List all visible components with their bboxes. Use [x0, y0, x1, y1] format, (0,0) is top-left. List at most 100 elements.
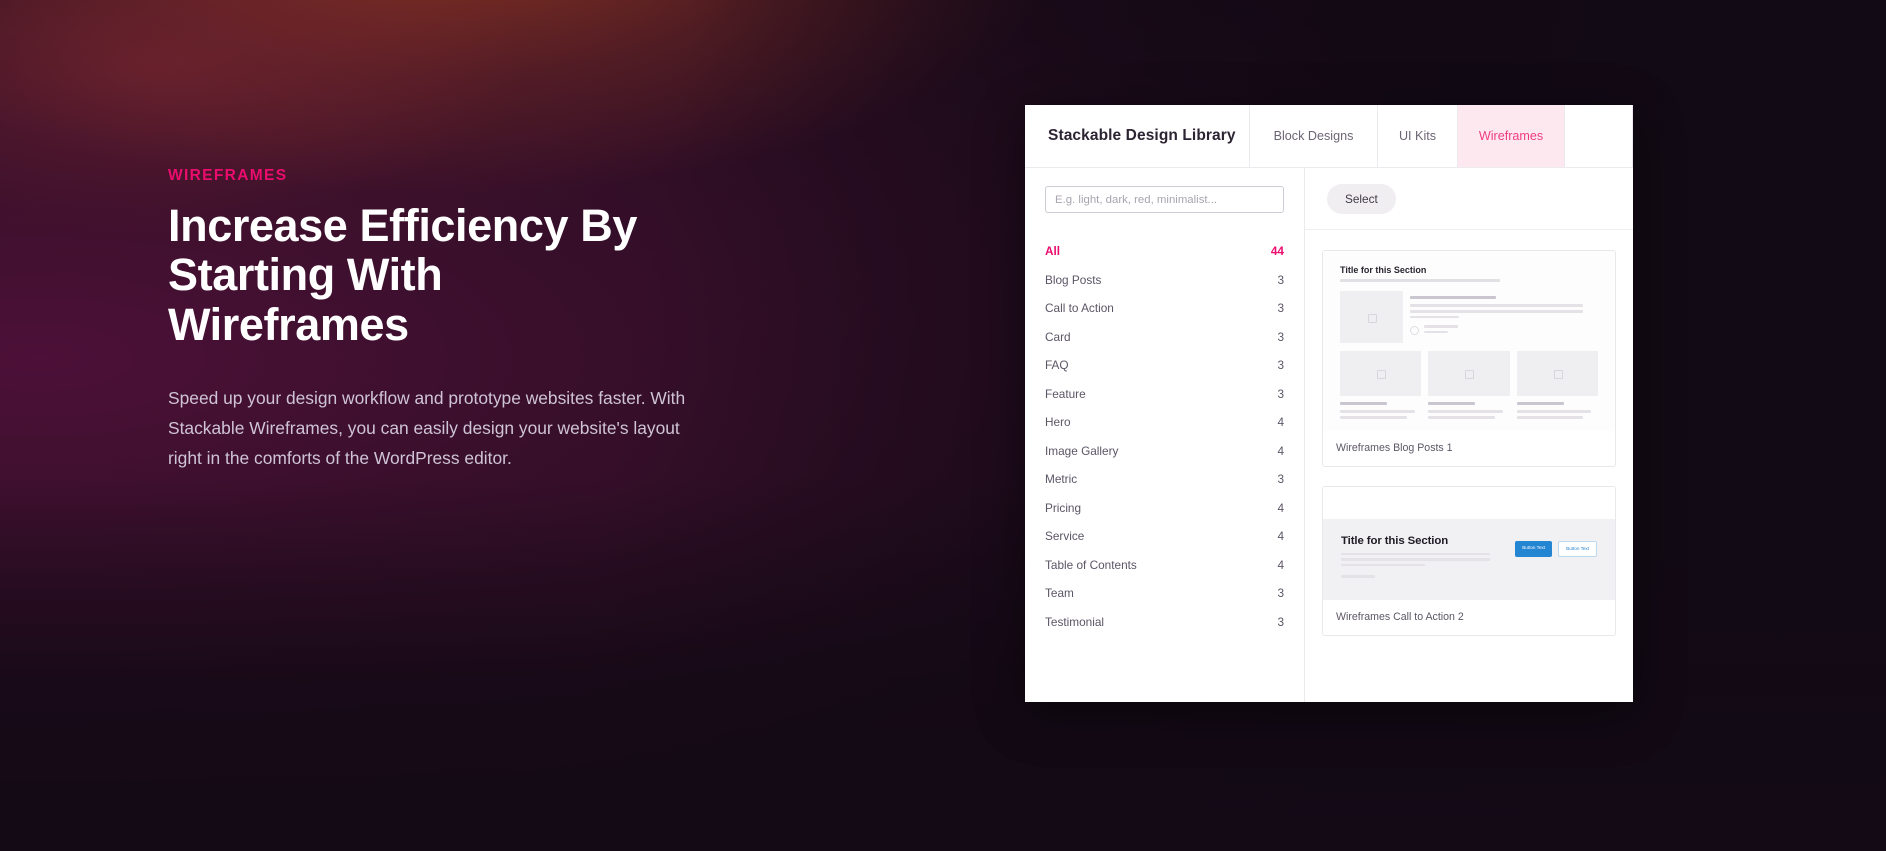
category-label: Blog Posts: [1045, 272, 1102, 287]
sidebar-item-blog-posts[interactable]: Blog Posts 3: [1045, 266, 1284, 295]
category-count: 3: [1277, 358, 1284, 373]
mock-post-item: [1428, 351, 1510, 422]
mock-author-text: [1424, 325, 1458, 336]
mock-heading-bar: [1428, 402, 1476, 406]
panel-topbar: Stackable Design Library Block Designs U…: [1025, 105, 1633, 168]
category-count: 4: [1277, 443, 1284, 458]
content-toolbar: Select: [1305, 168, 1633, 230]
mock-text-bar: [1340, 415, 1407, 419]
mock-text-bar: [1516, 415, 1584, 419]
category-label: Call to Action: [1045, 301, 1114, 316]
mock-featured-text: [1410, 291, 1598, 343]
tab-wireframes-label: Wireframes: [1478, 129, 1544, 143]
mock-primary-button: Button Text: [1515, 540, 1553, 558]
mock-text-bar: [1410, 315, 1459, 319]
page-title: Increase Efficiency By Starting With Wir…: [168, 199, 637, 351]
sidebar-item-card[interactable]: Card 3: [1045, 323, 1284, 352]
image-placeholder-icon: [1428, 351, 1510, 396]
mock-text-bar: [1341, 563, 1426, 567]
mock-text-bar: [1410, 309, 1583, 313]
sidebar-item-testimonial[interactable]: Testimonial 3: [1045, 608, 1284, 637]
wireframe-mock-cta: Title for this Section Button Text Butto…: [1323, 518, 1615, 600]
category-label: Testimonial: [1045, 614, 1105, 629]
category-label: Feature: [1045, 386, 1086, 401]
category-count: 3: [1277, 586, 1284, 601]
mock-text-bar: [1341, 558, 1491, 561]
category-sidebar: E.g. light, dark, red, minimalist... All…: [1025, 168, 1305, 702]
mock-post-item: [1340, 351, 1422, 422]
sidebar-item-service[interactable]: Service 4: [1045, 522, 1284, 551]
mock-text-bar: [1410, 304, 1583, 307]
mock-featured-post: [1340, 291, 1598, 343]
preview-card-label: Wireframes Blog Posts 1: [1336, 441, 1453, 454]
mock-post-item: [1516, 351, 1598, 422]
mock-cta-meta: [1341, 575, 1503, 578]
sidebar-item-image-gallery[interactable]: Image Gallery 4: [1045, 437, 1284, 466]
tab-block-designs[interactable]: Block Designs: [1250, 105, 1378, 167]
app-brand-label: Stackable Design Library: [1048, 127, 1236, 144]
wireframe-mock-cta-spacer: [1323, 486, 1615, 519]
hero-eyebrow: WIREFRAMES: [168, 167, 288, 184]
mock-secondary-button: Button Text: [1558, 540, 1597, 558]
mock-heading-bar: [1410, 296, 1497, 300]
mock-section-title: Title for this Section: [1340, 265, 1427, 275]
search-placeholder: E.g. light, dark, red, minimalist...: [1055, 193, 1218, 206]
mock-text-bar: [1341, 575, 1376, 578]
app-brand: Stackable Design Library: [1025, 105, 1250, 167]
preview-card-label: Wireframes Call to Action 2: [1336, 610, 1464, 623]
image-placeholder-icon: [1516, 351, 1598, 396]
mock-cta-buttons: Button Text Button Text: [1515, 535, 1597, 558]
preview-card-call-to-action[interactable]: Title for this Section Button Text Butto…: [1322, 485, 1616, 636]
topbar-filler: [1565, 105, 1633, 167]
category-count: 44: [1270, 244, 1284, 259]
hero-description: Speed up your design workflow and protot…: [168, 388, 686, 469]
hero-section: WIREFRAMES Increase Efficiency By Starti…: [168, 168, 708, 474]
sidebar-item-team[interactable]: Team 3: [1045, 579, 1284, 608]
tab-wireframes[interactable]: Wireframes: [1458, 105, 1565, 167]
panel-body: E.g. light, dark, red, minimalist... All…: [1025, 168, 1633, 702]
sidebar-item-pricing[interactable]: Pricing 4: [1045, 494, 1284, 523]
wireframe-mock-blog-posts: Title for this Section: [1323, 251, 1615, 431]
mock-text-bar: [1424, 325, 1458, 328]
category-count: 3: [1277, 386, 1284, 401]
category-label: Table of Contents: [1045, 557, 1137, 572]
avatar: [1410, 326, 1419, 336]
design-library-window: Stackable Design Library Block Designs U…: [1025, 105, 1633, 702]
tab-block-designs-label: Block Designs: [1273, 129, 1354, 143]
mock-text-bar: [1428, 415, 1496, 419]
image-placeholder-icon: [1340, 351, 1422, 396]
category-count: 3: [1277, 614, 1284, 629]
tab-ui-kits-label: UI Kits: [1398, 129, 1437, 143]
preview-card-blog-posts[interactable]: Title for this Section Wireframes Blog P…: [1322, 250, 1616, 467]
sidebar-item-metric[interactable]: Metric 3: [1045, 465, 1284, 494]
preview-scroll-area[interactable]: Title for this Section Wireframes Blog P…: [1305, 230, 1633, 702]
mock-text-bar: [1428, 410, 1504, 413]
mock-text-bar: [1340, 410, 1415, 413]
mock-heading-bar: [1516, 402, 1564, 406]
category-count: 4: [1277, 415, 1284, 430]
image-placeholder-icon: [1340, 291, 1403, 343]
sidebar-item-all[interactable]: All 44: [1045, 237, 1284, 266]
category-label: FAQ: [1045, 358, 1069, 373]
sidebar-item-table-of-contents[interactable]: Table of Contents 4: [1045, 551, 1284, 580]
sidebar-item-call-to-action[interactable]: Call to Action 3: [1045, 294, 1284, 323]
sidebar-item-hero[interactable]: Hero 4: [1045, 408, 1284, 437]
category-list: All 44 Blog Posts 3 Call to Action 3 Car…: [1045, 237, 1284, 636]
select-button[interactable]: Select: [1327, 183, 1396, 214]
category-count: 4: [1277, 500, 1284, 515]
search-input[interactable]: E.g. light, dark, red, minimalist...: [1045, 186, 1284, 213]
category-count: 4: [1277, 557, 1284, 572]
tab-ui-kits[interactable]: UI Kits: [1378, 105, 1458, 167]
category-label: Service: [1045, 529, 1085, 544]
category-label: All: [1045, 244, 1061, 259]
category-count: 3: [1277, 329, 1284, 344]
sidebar-item-feature[interactable]: Feature 3: [1045, 380, 1284, 409]
mock-text-bar: [1516, 410, 1592, 413]
sidebar-item-faq[interactable]: FAQ 3: [1045, 351, 1284, 380]
category-label: Metric: [1045, 472, 1078, 487]
category-count: 3: [1277, 301, 1284, 316]
mock-cta-text: Title for this Section: [1341, 535, 1503, 581]
mock-subtitle-bar: [1340, 279, 1500, 282]
preview-content: Select Title for this Section Wireframes…: [1305, 168, 1633, 702]
category-count: 3: [1277, 272, 1284, 287]
